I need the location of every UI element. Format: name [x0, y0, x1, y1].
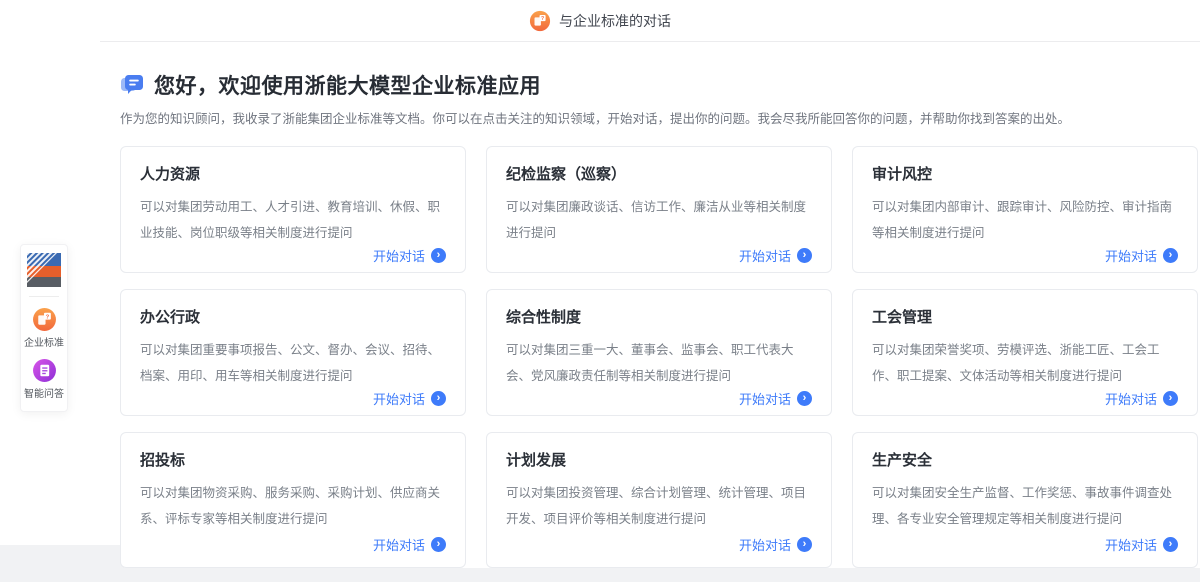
start-chat-button[interactable]: 开始对话 ›	[739, 535, 812, 554]
welcome-block: 您好，欢迎使用浙能大模型企业标准应用 作为您的知识顾问，我收录了浙能集团企业标准…	[120, 72, 1200, 128]
start-chat-label: 开始对话	[373, 246, 425, 265]
start-chat-button[interactable]: 开始对话 ›	[739, 246, 812, 265]
topic-card-title: 办公行政	[140, 306, 446, 327]
start-chat-label: 开始对话	[373, 389, 425, 408]
topic-card-desc: 可以对集团廉政谈话、信访工作、廉洁从业等相关制度进行提问	[506, 194, 812, 246]
top-header: ? 与企业标准的对话	[0, 0, 1200, 42]
topic-card-desc: 可以对集团内部审计、跟踪审计、风险防控、审计指南等相关制度进行提问	[872, 194, 1178, 246]
topic-card-safety: 生产安全 可以对集团安全生产监督、工作奖惩、事故事件调查处理、各专业安全管理规定…	[852, 432, 1198, 568]
arrow-right-icon: ›	[1163, 391, 1178, 406]
topic-card-title: 纪检监察（巡察）	[506, 163, 812, 184]
topic-card-desc: 可以对集团三重一大、董事会、监事会、职工代表大会、党风廉政责任制等相关制度进行提…	[506, 337, 812, 389]
question-mark-glyph: ?	[541, 16, 544, 22]
chevron-glyph: ›	[803, 393, 807, 404]
smart-qa-doc-icon	[32, 358, 57, 383]
topic-card-hr: 人力资源 可以对集团劳动用工、人才引进、教育培训、休假、职业技能、岗位职级等相关…	[120, 146, 466, 273]
chevron-glyph: ›	[803, 250, 807, 261]
sidebar-item-label: 智能问答	[24, 386, 64, 400]
topic-card-title: 综合性制度	[506, 306, 812, 327]
enterprise-standard-chat-icon: ?	[529, 10, 551, 32]
chevron-glyph: ›	[437, 250, 441, 261]
start-chat-label: 开始对话	[1105, 389, 1157, 408]
chevron-glyph: ›	[437, 393, 441, 404]
divider	[29, 296, 59, 297]
chevron-glyph: ›	[1169, 539, 1173, 550]
topic-card-title: 人力资源	[140, 163, 446, 184]
arrow-right-icon: ›	[431, 537, 446, 552]
app-switcher-sidebar: ? 企业标准 智能问答	[20, 244, 68, 412]
question-mark-glyph: ?	[45, 314, 49, 320]
page-background-bottom	[0, 568, 1200, 582]
welcome-title: 您好，欢迎使用浙能大模型企业标准应用	[154, 70, 541, 100]
enterprise-standard-chat-icon: ?	[32, 307, 57, 332]
topic-card-desc: 可以对集团重要事项报告、公文、督办、会议、招待、档案、用印、用车等相关制度进行提…	[140, 337, 446, 389]
start-chat-label: 开始对话	[739, 389, 791, 408]
sidebar-item-label: 企业标准	[24, 335, 64, 349]
arrow-right-icon: ›	[431, 248, 446, 263]
topic-card-bidding: 招投标 可以对集团物资采购、服务采购、采购计划、供应商关系、评标专家等相关制度进…	[120, 432, 466, 568]
topic-card-planning: 计划发展 可以对集团投资管理、综合计划管理、统计管理、项目开发、项目评价等相关制…	[486, 432, 832, 568]
sidebar-item-smart-qa[interactable]: 智能问答	[23, 358, 65, 401]
topic-card-title: 工会管理	[872, 306, 1178, 327]
start-chat-button[interactable]: 开始对话 ›	[373, 389, 446, 408]
chevron-glyph: ›	[1169, 250, 1173, 261]
topic-card-desc: 可以对集团安全生产监督、工作奖惩、事故事件调查处理、各专业安全管理规定等相关制度…	[872, 480, 1178, 532]
start-chat-label: 开始对话	[739, 246, 791, 265]
start-chat-button[interactable]: 开始对话 ›	[1105, 389, 1178, 408]
topic-card-title: 生产安全	[872, 449, 1178, 470]
start-chat-button[interactable]: 开始对话 ›	[739, 389, 812, 408]
sidebar-item-enterprise-standard[interactable]: ? 企业标准	[23, 307, 65, 350]
topic-card-comprehensive: 综合性制度 可以对集团三重一大、董事会、监事会、职工代表大会、党风廉政责任制等相…	[486, 289, 832, 416]
conversation-header: ? 与企业标准的对话	[529, 10, 671, 32]
chat-content: 您好，欢迎使用浙能大模型企业标准应用 作为您的知识顾问，我收录了浙能集团企业标准…	[0, 42, 1200, 568]
arrow-right-icon: ›	[797, 391, 812, 406]
start-chat-label: 开始对话	[373, 535, 425, 554]
start-chat-button[interactable]: 开始对话 ›	[1105, 246, 1178, 265]
start-chat-button[interactable]: 开始对话 ›	[373, 535, 446, 554]
arrow-right-icon: ›	[1163, 248, 1178, 263]
topic-card-desc: 可以对集团物资采购、服务采购、采购计划、供应商关系、评标专家等相关制度进行提问	[140, 480, 446, 532]
topic-card-title: 计划发展	[506, 449, 812, 470]
chevron-glyph: ›	[803, 539, 807, 550]
chat-bubble-icon	[120, 74, 144, 96]
zheneng-logo[interactable]	[27, 253, 61, 287]
page-title: 与企业标准的对话	[559, 11, 671, 31]
chevron-glyph: ›	[1169, 393, 1173, 404]
topic-card-desc: 可以对集团荣誉奖项、劳模评选、浙能工匠、工会工作、职工提案、文体活动等相关制度进…	[872, 337, 1178, 389]
topic-card-union: 工会管理 可以对集团荣誉奖项、劳模评选、浙能工匠、工会工作、职工提案、文体活动等…	[852, 289, 1198, 416]
arrow-right-icon: ›	[797, 248, 812, 263]
start-chat-button[interactable]: 开始对话 ›	[373, 246, 446, 265]
topic-card-audit: 审计风控 可以对集团内部审计、跟踪审计、风险防控、审计指南等相关制度进行提问 开…	[852, 146, 1198, 273]
topic-card-office-admin: 办公行政 可以对集团重要事项报告、公文、督办、会议、招待、档案、用印、用车等相关…	[120, 289, 466, 416]
topic-card-desc: 可以对集团劳动用工、人才引进、教育培训、休假、职业技能、岗位职级等相关制度进行提…	[140, 194, 446, 246]
start-chat-button[interactable]: 开始对话 ›	[1105, 535, 1178, 554]
start-chat-label: 开始对话	[1105, 535, 1157, 554]
topic-card-title: 招投标	[140, 449, 446, 470]
start-chat-label: 开始对话	[739, 535, 791, 554]
start-chat-label: 开始对话	[1105, 246, 1157, 265]
arrow-right-icon: ›	[431, 391, 446, 406]
topic-card-title: 审计风控	[872, 163, 1178, 184]
arrow-right-icon: ›	[1163, 537, 1178, 552]
topic-card-grid: 人力资源 可以对集团劳动用工、人才引进、教育培训、休假、职业技能、岗位职级等相关…	[120, 146, 1198, 568]
welcome-subtitle: 作为您的知识顾问，我收录了浙能集团企业标准等文档。你可以在点击关注的知识领域，开…	[120, 111, 1200, 128]
arrow-right-icon: ›	[797, 537, 812, 552]
topic-card-discipline: 纪检监察（巡察） 可以对集团廉政谈话、信访工作、廉洁从业等相关制度进行提问 开始…	[486, 146, 832, 273]
chevron-glyph: ›	[437, 539, 441, 550]
topic-card-desc: 可以对集团投资管理、综合计划管理、统计管理、项目开发、项目评价等相关制度进行提问	[506, 480, 812, 532]
